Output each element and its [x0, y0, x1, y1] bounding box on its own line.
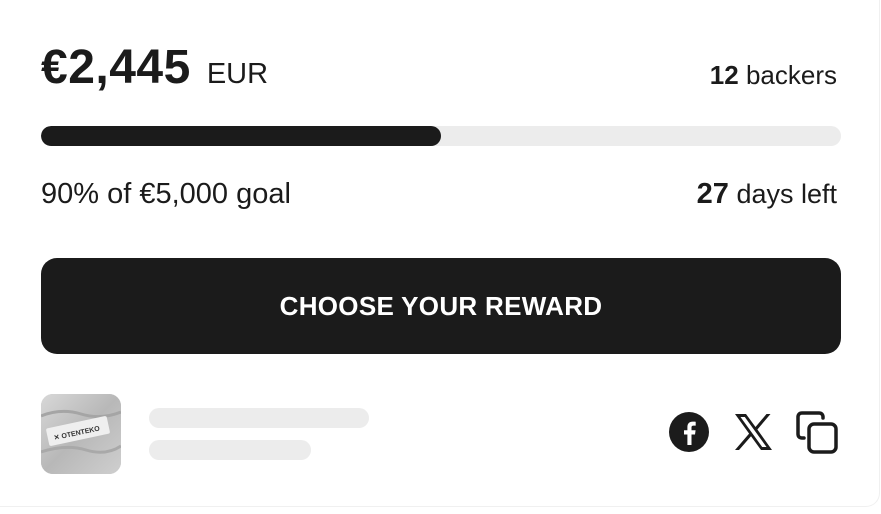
days-left: 27 days left: [697, 178, 837, 211]
skeleton-line-title: [149, 408, 369, 428]
days-label: days left: [736, 179, 837, 209]
funding-progress-fill: [41, 126, 441, 146]
backers-count: 12 backers: [710, 60, 837, 91]
product-thumbnail[interactable]: ✕ OTENTEKO: [41, 394, 121, 474]
campaign-card: €2,445 EUR 12 backers 90% of €5,000 goal…: [0, 0, 880, 507]
amount-value: €2,445: [41, 41, 191, 94]
copy-icon[interactable]: [795, 410, 839, 454]
tshirt-tag-image: ✕ OTENTEKO: [41, 394, 121, 474]
backers-label: backers: [745, 60, 837, 90]
share-icons: [667, 410, 839, 454]
goal-text: 90% of €5,000 goal: [41, 178, 291, 210]
currency-code: EUR: [206, 58, 269, 90]
pledged-amount: €2,445 EUR: [41, 40, 268, 95]
choose-reward-button[interactable]: CHOOSE YOUR REWARD: [41, 258, 841, 354]
facebook-icon[interactable]: [667, 410, 711, 454]
days-number: 27: [696, 178, 729, 210]
funding-progress-bar: [41, 126, 841, 146]
backers-number: 12: [709, 60, 739, 90]
x-icon[interactable]: [731, 410, 775, 454]
skeleton-line-subtitle: [149, 440, 311, 460]
